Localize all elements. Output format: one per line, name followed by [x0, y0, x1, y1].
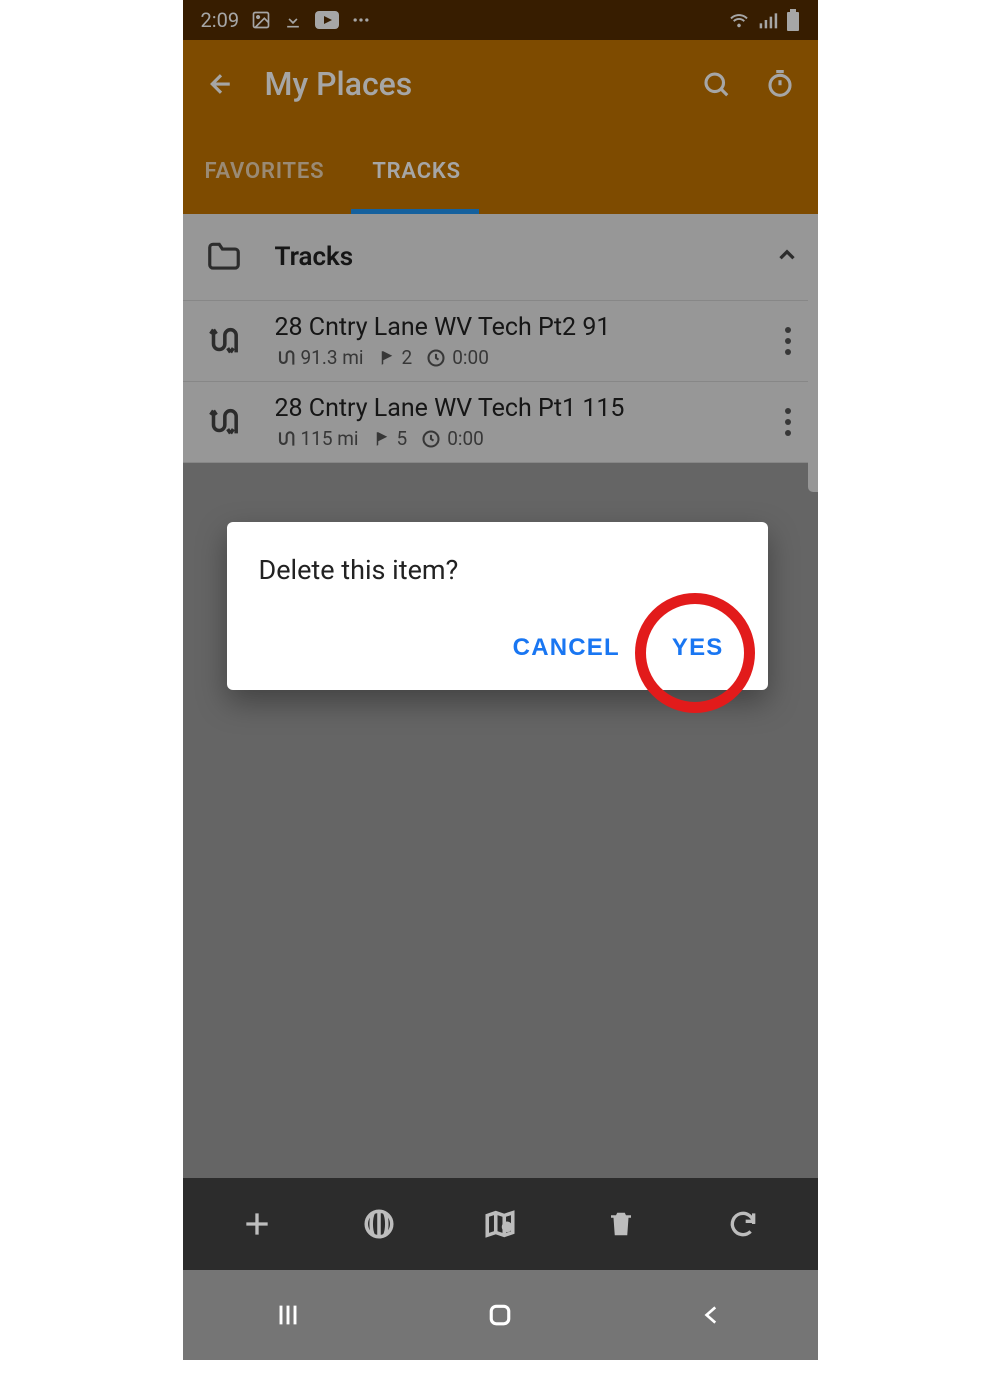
- system-nav-bar: [183, 1270, 818, 1360]
- globe-button[interactable]: [349, 1194, 409, 1254]
- yes-button[interactable]: YES: [666, 626, 730, 670]
- phone-screen: 2:09: [183, 0, 818, 1360]
- delete-button[interactable]: [591, 1194, 651, 1254]
- dialog-title: Delete this item?: [259, 554, 740, 586]
- nav-back-button[interactable]: [672, 1285, 752, 1345]
- delete-dialog: Delete this item? CANCEL YES: [227, 522, 768, 690]
- nav-home-button[interactable]: [460, 1285, 540, 1345]
- map-button[interactable]: [470, 1194, 530, 1254]
- nav-recents-button[interactable]: [248, 1285, 328, 1345]
- bottom-toolbar: [183, 1178, 818, 1270]
- cancel-button[interactable]: CANCEL: [507, 626, 626, 670]
- dialog-actions: CANCEL YES: [259, 626, 740, 670]
- add-button[interactable]: [227, 1194, 287, 1254]
- refresh-button[interactable]: [713, 1194, 773, 1254]
